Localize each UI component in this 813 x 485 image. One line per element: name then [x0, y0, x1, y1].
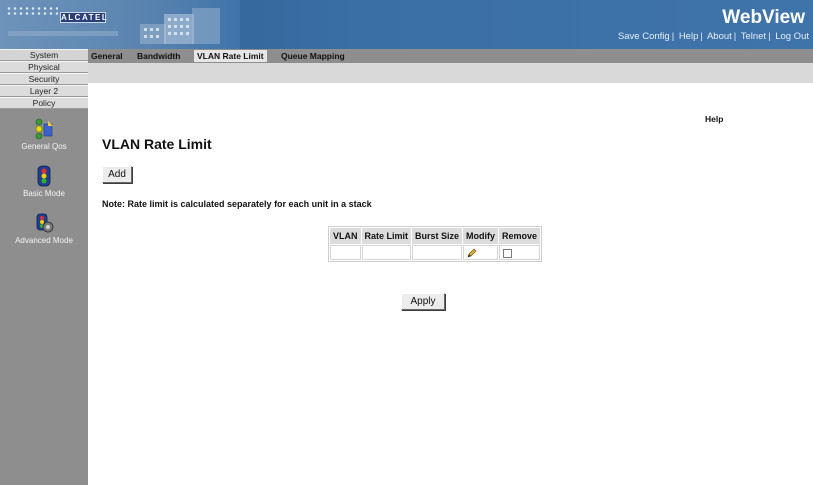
link-separator: | [671, 31, 675, 42]
general-qos-label: General Qos [21, 142, 67, 151]
cell-burst-size [412, 245, 463, 260]
nav-layer-2[interactable]: Layer 2 [0, 85, 88, 97]
remove-checkbox[interactable] [503, 248, 513, 258]
apply-button[interactable]: Apply [401, 293, 445, 310]
vlan-rate-limit-table: VLAN Rate Limit Burst Size Modify Remove [328, 226, 543, 262]
page-title: VLAN Rate Limit [102, 136, 212, 152]
link-separator: | [768, 31, 771, 42]
logo-dot-pattern [6, 6, 58, 16]
nav-physical[interactable]: Physical [0, 61, 88, 73]
rate-limit-note: Note: Rate limit is calculated separatel… [102, 199, 372, 209]
header-vlan: VLAN [330, 228, 361, 244]
header-burst-size: Burst Size [412, 228, 463, 244]
cell-remove [499, 245, 541, 260]
left-nav: System Physical Security Layer 2 Policy … [0, 49, 88, 485]
header-remove: Remove [499, 228, 541, 244]
add-button[interactable]: Add [102, 166, 132, 183]
table-header-row: VLAN Rate Limit Burst Size Modify Remove [330, 228, 541, 244]
traffic-light-icon [37, 165, 51, 187]
link-separator: | [733, 31, 737, 42]
tab-vlan-rate-limit[interactable]: VLAN Rate Limit [194, 50, 267, 62]
nav-security[interactable]: Security [0, 73, 88, 85]
help-link[interactable]: Help [705, 114, 723, 124]
basic-mode-label: Basic Mode [23, 189, 65, 198]
general-qos-icon [35, 118, 53, 140]
logo-tagline [8, 31, 118, 36]
header-banner: ALCATEL WebView Save Config | Help | About… [0, 0, 813, 49]
advanced-mode-icon [36, 213, 54, 233]
tab-bandwidth[interactable]: Bandwidth [134, 50, 183, 62]
cell-vlan [330, 245, 361, 260]
cell-rate-limit [361, 245, 412, 260]
pencil-icon[interactable] [467, 248, 477, 258]
save-config-link[interactable]: Save Config [618, 31, 670, 42]
top-links: Save Config | Help | About | Telnet | Log Ou… [618, 31, 809, 42]
link-separator: | [700, 31, 703, 42]
tab-general[interactable]: General [88, 50, 126, 62]
building-graphic-icon [140, 8, 220, 44]
tab-queue-mapping[interactable]: Queue Mapping [278, 50, 348, 62]
nav-advanced-mode[interactable]: Advanced Mode [0, 212, 88, 245]
alcatel-logo: ALCATEL [60, 12, 109, 23]
help-link-top[interactable]: Help [679, 31, 699, 42]
nav-general-qos[interactable]: General Qos [0, 118, 88, 151]
tab-bar: General Bandwidth VLAN Rate Limit Queue … [88, 49, 813, 63]
sub-toolbar [88, 63, 813, 83]
advanced-mode-label: Advanced Mode [15, 236, 73, 245]
table-row [330, 245, 541, 260]
nav-policy[interactable]: Policy [0, 97, 88, 109]
alcatel-logo-area: ALCATEL [0, 0, 240, 49]
nav-basic-mode[interactable]: Basic Mode [0, 165, 88, 198]
nav-system[interactable]: System [0, 49, 88, 61]
telnet-link[interactable]: Telnet [741, 31, 766, 42]
header-rate-limit: Rate Limit [361, 228, 412, 244]
webview-brand: WebView [722, 7, 805, 28]
cell-modify [463, 245, 499, 260]
header-modify: Modify [463, 228, 499, 244]
about-link[interactable]: About [707, 31, 732, 42]
log-out-link[interactable]: Log Out [775, 31, 809, 42]
